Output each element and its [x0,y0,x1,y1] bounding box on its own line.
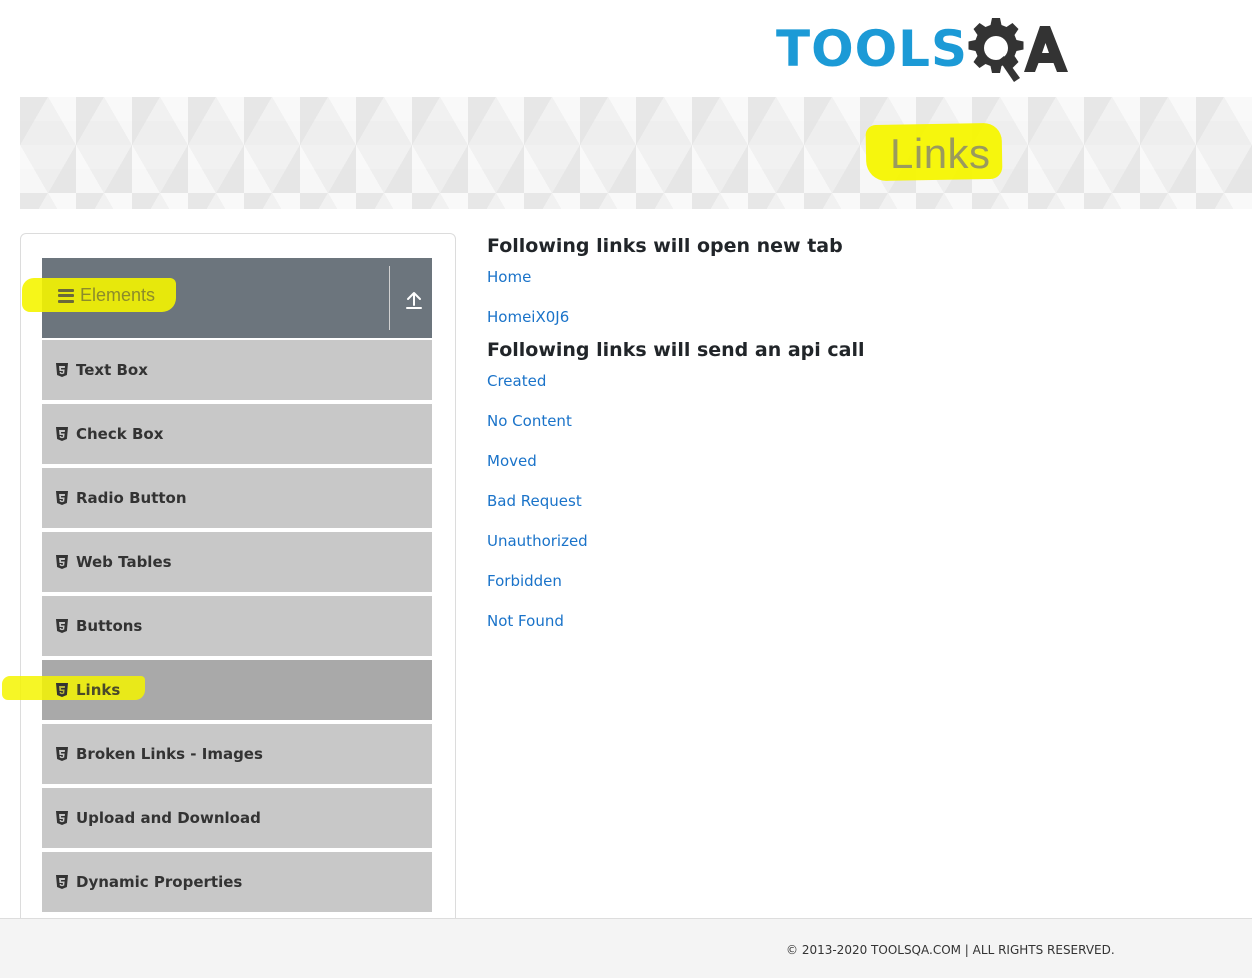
gear-magnifier-icon [968,18,1024,82]
sidebar-item-label: Text Box [76,361,148,379]
sidebar-item-broken-links-images[interactable]: Broken Links - Images [42,724,432,786]
page-banner [20,97,1252,209]
logo-tools-text: TOOLS [776,20,968,78]
link-moved[interactable]: Moved [487,448,1227,488]
sidebar-item-label: Buttons [76,617,143,635]
sidebar-item-label: Web Tables [76,553,172,571]
sidebar-item-links-content[interactable]: Links [56,681,120,699]
link-home[interactable]: Home [487,264,1227,304]
sidebar-item-label: Upload and Download [76,809,261,827]
sidebar-item-web-tables[interactable]: Web Tables [42,532,432,594]
link-no-content[interactable]: No Content [487,408,1227,448]
logo-a-letter [1024,26,1068,72]
group-title-elements[interactable]: Elements [58,285,155,306]
sidebar-item-radio-button[interactable]: Radio Button [42,468,432,530]
sidebar-item-check-box[interactable]: Check Box [42,404,432,466]
link-dynamic-home[interactable]: HomeiX0J6 [487,304,1227,336]
hamburger-icon [58,288,74,303]
html5-icon [56,683,68,697]
sidebar-item-text-box[interactable]: Text Box [42,340,432,402]
site-footer: © 2013-2020 TOOLSQA.COM | ALL RIGHTS RES… [0,918,1252,978]
link-not-found[interactable]: Not Found [487,608,1227,648]
sidebar-item-upload-and-download[interactable]: Upload and Download [42,788,432,850]
sidebar-item-label: Radio Button [76,489,187,507]
sidebar-item-label: Check Box [76,425,164,443]
html5-icon [56,363,68,377]
html5-icon [56,427,68,441]
group-title-label: Elements [80,285,156,305]
link-bad-request[interactable]: Bad Request [487,488,1227,528]
api-section-title: Following links will send an api call [487,339,865,361]
html5-icon [56,555,68,569]
sidebar-item-buttons[interactable]: Buttons [42,596,432,658]
link-created[interactable]: Created [487,368,1227,408]
link-forbidden[interactable]: Forbidden [487,568,1227,608]
toolsqa-logo[interactable]: TOOLS [776,10,1106,88]
sidebar-item-label: Broken Links - Images [76,745,263,763]
html5-icon [56,619,68,633]
html5-icon [56,747,68,761]
html5-icon [56,811,68,825]
copyright-text: © 2013-2020 TOOLSQA.COM | ALL RIGHTS RES… [786,943,1115,957]
sidebar-item-label: Dynamic Properties [76,873,243,891]
group-header-divider [389,266,390,330]
page-title: Links [890,130,991,177]
sidebar-item-label: Links [76,681,121,699]
html5-icon [56,875,68,889]
main-content: Following links will open new tab Home H… [487,232,1227,648]
sidebar-item-dynamic-properties[interactable]: Dynamic Properties [42,852,432,914]
link-unauthorized[interactable]: Unauthorized [487,528,1227,568]
collapse-arrow-icon[interactable] [404,290,424,310]
new-tab-section-title: Following links will open new tab [487,235,843,257]
html5-icon [56,491,68,505]
site-header: TOOLS [0,0,1252,96]
